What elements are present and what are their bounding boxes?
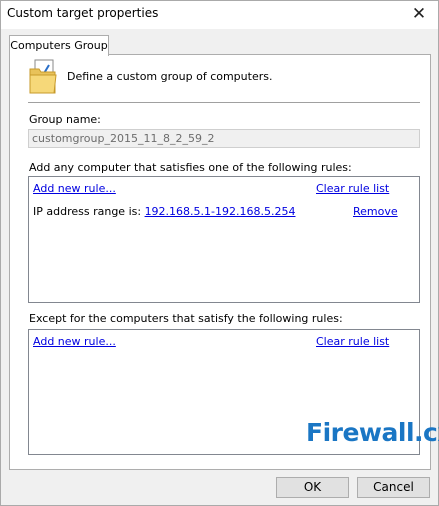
folder-icon [29,59,57,94]
remove-rule-link[interactable]: Remove [353,205,398,218]
exclude-rules-list[interactable]: Add new rule... Clear rule list Firewall… [28,329,439,455]
watermark-main-text: Firewall [306,418,415,447]
divider [28,102,420,103]
close-icon[interactable]: ✕ [407,3,431,25]
ok-button[interactable]: OK [276,477,349,498]
rule-prefix: IP address range is: [33,205,145,218]
window-title: Custom target properties [7,6,159,20]
cancel-button[interactable]: Cancel [357,477,430,498]
include-rules-label: Add any computer that satisfies one of t… [29,161,352,174]
exclude-rules-label: Except for the computers that satisfy th… [29,312,343,325]
title-bar: Custom target properties ✕ [1,1,438,29]
group-name-label: Group name: [29,113,101,126]
description-text: Define a custom group of computers. [67,70,273,83]
add-rule-link[interactable]: Add new rule... [33,182,116,195]
add-exclude-rule-link[interactable]: Add new rule... [33,335,116,348]
ip-range-link[interactable]: 192.168.5.1-192.168.5.254 [145,205,296,218]
rule-item: IP address range is: 192.168.5.1-192.168… [33,205,296,218]
firewall-cx-watermark: Firewall.cx [306,418,439,447]
dialog-window: Custom target properties ✕ Computers Gro… [0,0,439,506]
group-name-field[interactable]: customgroup_2015_11_8_2_59_2 [28,129,420,148]
include-rules-list[interactable]: Add new rule... Clear rule list IP addre… [28,176,420,303]
clear-exclude-rule-list-link[interactable]: Clear rule list [316,335,389,348]
tab-computers-group[interactable]: Computers Group [9,35,109,56]
clear-rule-list-link[interactable]: Clear rule list [316,182,389,195]
watermark-suffix-text: .cx [414,418,439,447]
